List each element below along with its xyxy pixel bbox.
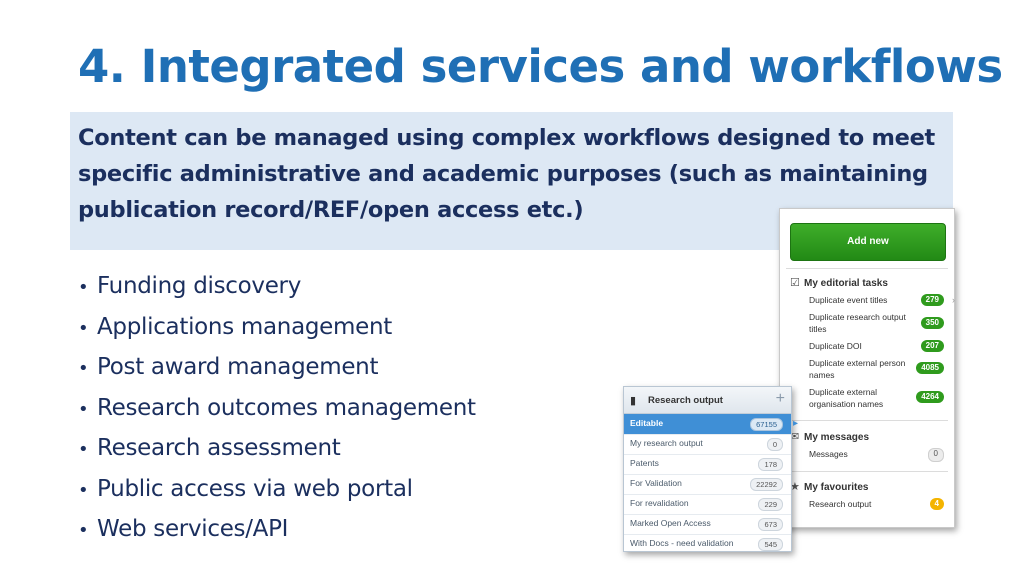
bullet-item: • Applications management (78, 307, 476, 348)
task-link[interactable]: Duplicate external person names (809, 357, 914, 381)
task-link[interactable]: Duplicate DOI (809, 340, 914, 352)
row-count: 178 (758, 458, 783, 471)
research-output-panel: ▮ Research output + Editable 67155 ▸ My … (623, 386, 798, 552)
bullet-list: • Funding discovery • Applications managem… (78, 266, 476, 550)
editorial-tasks-heading-label: My editorial tasks (804, 278, 888, 289)
row-label: My research output (630, 438, 703, 448)
editorial-tasks-heading: ☑ My editorial tasks (790, 276, 888, 289)
chevron-right-icon: › (952, 295, 955, 305)
favourites-heading-label: My favourites (804, 482, 869, 493)
row-label: Marked Open Access (630, 518, 711, 528)
task-link[interactable]: Duplicate external organisation names (809, 386, 914, 410)
row-count: 545 (758, 538, 783, 551)
bullet-dot: • (78, 520, 89, 541)
task-count-badge: 4264 (916, 391, 944, 403)
row-label: With Docs - need validation (630, 538, 734, 548)
bullet-item: • Web services/API (78, 509, 476, 550)
star-icon: ★ (790, 481, 800, 493)
envelope-icon: ✉ (790, 431, 800, 443)
caret-right-icon: ▸ (792, 418, 798, 429)
divider (786, 471, 948, 472)
messages-heading: ✉ My messages (790, 430, 869, 443)
divider (786, 420, 948, 421)
bullet-dot: • (78, 317, 89, 339)
bullet-item: • Post award management (78, 347, 476, 388)
bullet-text: Research outcomes management (97, 394, 476, 421)
favourites-link[interactable]: Research output (809, 498, 914, 510)
messages-link[interactable]: Messages (809, 448, 914, 460)
bullet-text: Public access via web portal (97, 475, 413, 502)
bullet-text: Post award management (97, 354, 379, 380)
row-count: 22292 (750, 478, 783, 491)
row-label: Patents (630, 458, 659, 468)
task-link[interactable]: Duplicate event titles (809, 294, 914, 306)
row-label: For revalidation (630, 498, 689, 508)
bullet-item: • Public access via web portal (78, 469, 476, 510)
research-output-header: ▮ Research output + (624, 387, 791, 414)
bullet-item: • Research outcomes management (78, 388, 476, 429)
bullet-dot: • (78, 277, 89, 298)
bullet-dot: • (78, 398, 89, 420)
row-label: Editable (630, 418, 664, 428)
favourites-heading: ★ My favourites (790, 480, 868, 493)
bullet-item: • Funding discovery (78, 266, 476, 307)
research-row-with-docs[interactable]: With Docs - need validation 545 (624, 534, 791, 551)
research-row-my-research-output[interactable]: My research output 0 (624, 434, 791, 455)
task-count-badge: 4085 (916, 362, 944, 374)
row-count: 229 (758, 498, 783, 511)
bullet-text: Applications management (97, 313, 392, 340)
messages-count-badge: 0 (927, 448, 944, 462)
bullet-dot: • (78, 358, 89, 379)
task-count-badge: 279 (920, 294, 944, 306)
research-output-heading: Research output (648, 395, 723, 406)
bullet-dot: • (78, 439, 89, 460)
book-icon: ▮ (630, 395, 637, 407)
divider (786, 268, 948, 269)
editorial-panel: Add new ☑ My editorial tasks › Duplicate … (779, 208, 955, 528)
bullet-text: Research assessment (97, 435, 341, 461)
task-link[interactable]: Duplicate research output titles (809, 311, 914, 335)
slide-title: 4. Integrated services and workflows (78, 40, 1003, 93)
bullet-text: Web services/API (97, 516, 289, 542)
task-count-badge: 350 (920, 317, 944, 329)
row-count: 67155 (750, 418, 783, 431)
messages-heading-label: My messages (804, 432, 870, 443)
bullet-item: • Research assessment (78, 428, 476, 469)
favourites-count-badge: 4 (929, 498, 944, 510)
research-row-editable[interactable]: Editable 67155 ▸ (624, 414, 798, 435)
task-count-badge: 207 (920, 340, 944, 352)
bullet-dot: • (78, 479, 89, 501)
research-row-for-revalidation[interactable]: For revalidation 229 (624, 494, 791, 515)
research-row-for-validation[interactable]: For Validation 22292 (624, 474, 791, 495)
row-count: 0 (766, 438, 783, 451)
checkbox-icon: ☑ (790, 277, 800, 289)
row-label: For Validation (630, 478, 682, 488)
row-count: 673 (758, 518, 783, 531)
research-row-marked-open-access[interactable]: Marked Open Access 673 (624, 514, 791, 535)
bullet-text: Funding discovery (97, 273, 302, 299)
research-row-patents[interactable]: Patents 178 (624, 454, 791, 475)
add-new-button[interactable]: Add new (790, 223, 946, 261)
add-icon[interactable]: + (776, 390, 785, 408)
